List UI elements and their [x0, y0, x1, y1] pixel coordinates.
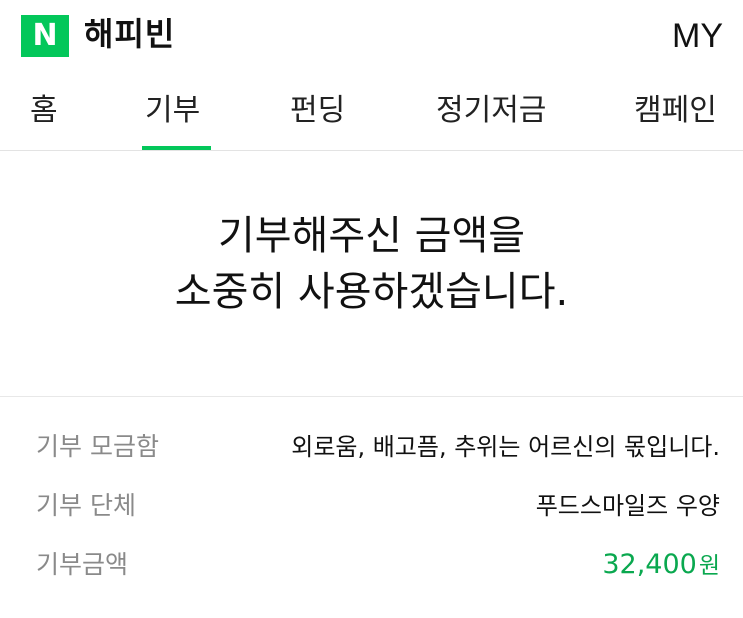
app-header: N 해피빈 MY	[0, 0, 743, 72]
thank-you-line-1: 기부해주신 금액을	[217, 213, 526, 259]
organization-value[interactable]: 푸드스마일즈 우양	[536, 486, 720, 526]
donation-complete-page: N 해피빈 MY 홈 기부 펀딩 정기저금 캠페인 기부해주신 금액을 소중히 …	[0, 0, 743, 618]
amount-value-wrap: 32,400원	[602, 545, 720, 586]
amount-label: 기부금액	[36, 550, 129, 579]
organization-label: 기부 단체	[36, 491, 136, 520]
app-title[interactable]: 해피빈	[84, 12, 175, 56]
thank-you-message: 기부해주신 금액을 소중히 사용하겠습니다.	[0, 208, 743, 320]
tab-campaign[interactable]: 캠페인	[634, 72, 717, 150]
fundraiser-value[interactable]: 외로움, 배고픔, 추위는 어르신의 몫입니다.	[291, 427, 720, 467]
donation-details: 기부 모금함 외로움, 배고픔, 추위는 어르신의 몫입니다. 기부 단체 푸드…	[0, 396, 743, 618]
active-tab-indicator	[142, 146, 211, 150]
tab-donate[interactable]: 기부	[145, 72, 200, 150]
organization-row: 기부 단체 푸드스마일즈 우양	[0, 486, 743, 526]
fundraiser-row: 기부 모금함 외로움, 배고픔, 추위는 어르신의 몫입니다.	[0, 427, 743, 467]
naver-logo-icon[interactable]: N	[21, 15, 69, 57]
thank-you-line-2: 소중히 사용하겠습니다.	[174, 269, 569, 315]
my-page-link[interactable]: MY	[672, 14, 723, 58]
tab-regular-savings[interactable]: 정기저금	[436, 72, 546, 150]
tab-home[interactable]: 홈	[30, 72, 58, 150]
fundraiser-label: 기부 모금함	[36, 432, 159, 461]
tab-funding[interactable]: 펀딩	[290, 72, 345, 150]
amount-value: 32,400	[602, 549, 697, 580]
main-tab-bar: 홈 기부 펀딩 정기저금 캠페인	[0, 72, 743, 151]
amount-row: 기부금액 32,400원	[0, 545, 743, 585]
amount-unit: 원	[698, 553, 720, 579]
